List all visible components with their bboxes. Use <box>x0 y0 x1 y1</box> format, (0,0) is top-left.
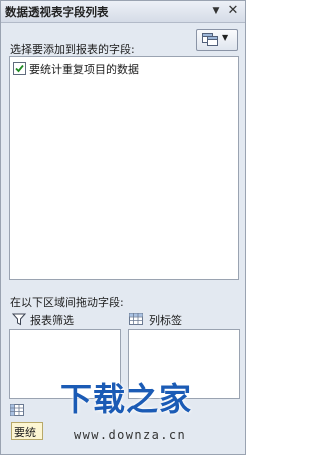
caret-down-icon[interactable]: ▼ <box>209 5 223 17</box>
chevron-down-icon: ▼ <box>222 33 229 42</box>
column-labels-label: 列标签 <box>149 314 182 327</box>
column-grid-icon <box>129 313 143 325</box>
title-bar: 数据透视表字段列表 ▼ ✕ <box>1 1 245 23</box>
pane-title: 数据透视表字段列表 <box>5 5 109 19</box>
field-layout-icon <box>202 33 218 46</box>
field-list-box: 要统计重复项目的数据 <box>9 56 239 280</box>
field-label: 要统计重复项目的数据 <box>29 63 139 76</box>
checkmark-icon <box>15 64 24 73</box>
row-grid-icon <box>10 404 24 416</box>
close-icon[interactable]: ✕ <box>225 3 241 19</box>
watermark-logo: 下载之家 <box>60 380 193 418</box>
report-filter-label: 报表筛选 <box>30 314 74 327</box>
choose-fields-label: 选择要添加到报表的字段: <box>10 43 135 56</box>
values-field-chip[interactable]: 要统 <box>11 422 43 440</box>
field-checkbox[interactable] <box>13 62 26 75</box>
values-chip-label: 要统 <box>14 426 36 439</box>
field-layout-button[interactable]: ▼ <box>196 29 238 51</box>
drag-fields-label: 在以下区域间拖动字段: <box>10 296 124 309</box>
filter-icon <box>12 313 26 326</box>
watermark-url: www.downza.cn <box>74 428 187 442</box>
